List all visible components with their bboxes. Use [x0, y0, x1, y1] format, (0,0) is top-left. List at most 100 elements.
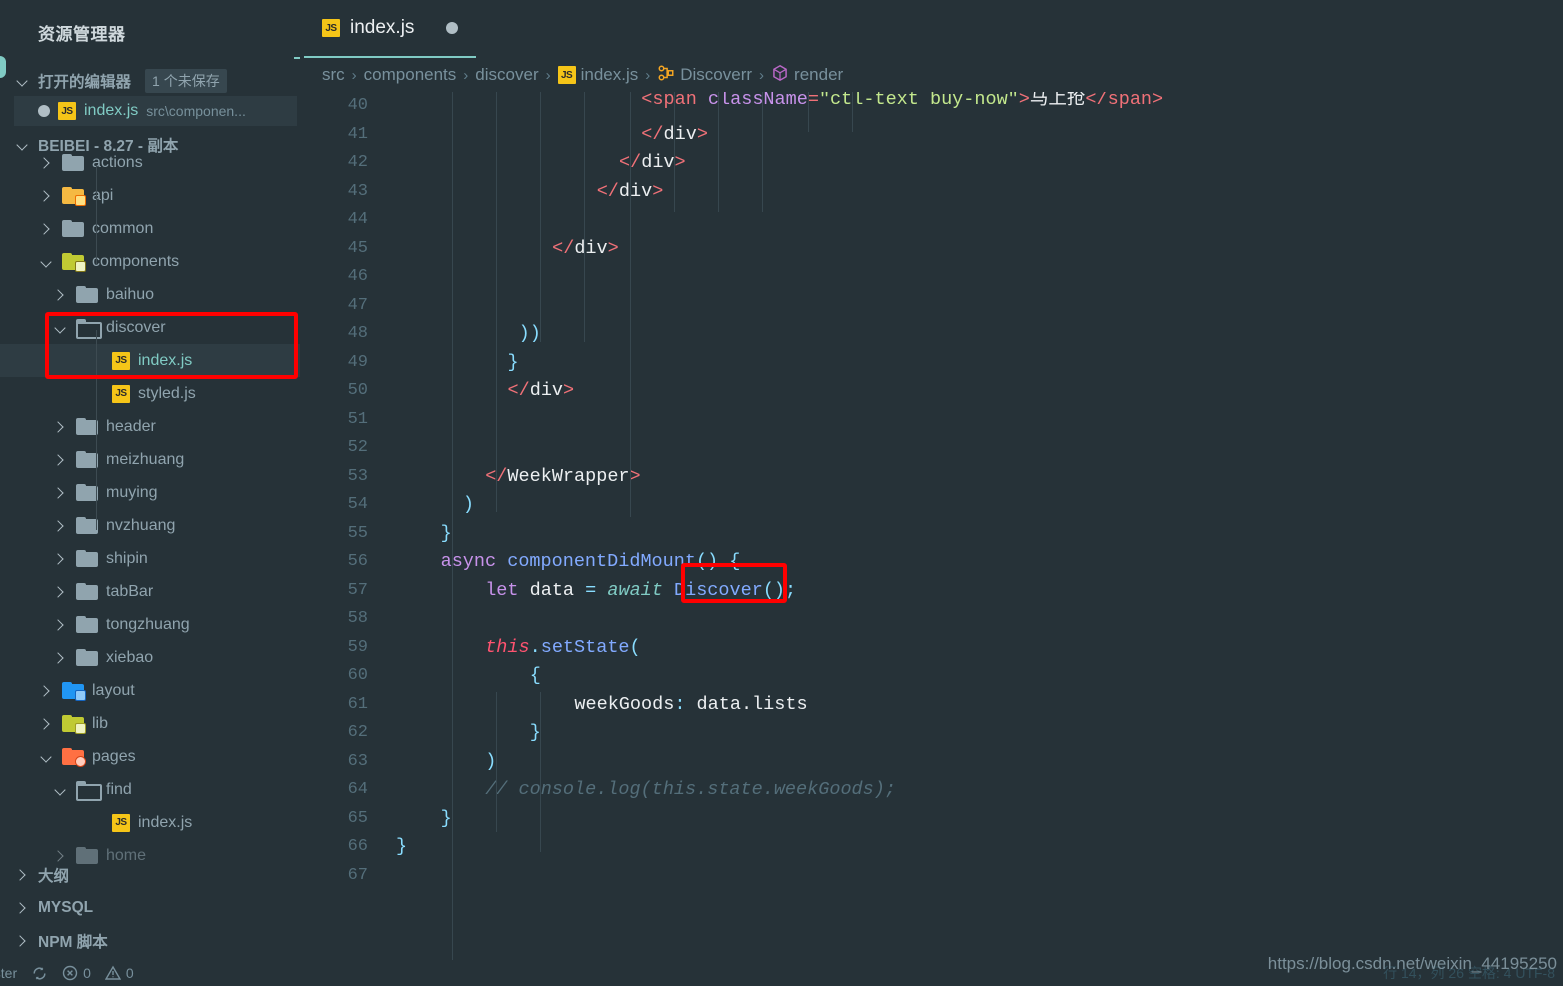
- code-line[interactable]: // console.log(this.state.weekGoods);: [396, 776, 1563, 805]
- code-line[interactable]: [396, 434, 1563, 463]
- folder-icon: [76, 517, 98, 534]
- chevron-down-icon[interactable]: [52, 320, 68, 336]
- chevron-right-icon[interactable]: [52, 650, 68, 666]
- chevron-right-icon[interactable]: [52, 485, 68, 501]
- tree-folder-discover[interactable]: discover: [0, 311, 300, 344]
- sidebar-section-2[interactable]: MYSQL: [14, 891, 300, 924]
- tree-folder-header[interactable]: header: [0, 410, 300, 443]
- tree-item-label: index.js: [138, 351, 193, 369]
- tree-folder-actions[interactable]: actions: [0, 146, 300, 179]
- code-line[interactable]: )): [396, 320, 1563, 349]
- line-number: 44: [347, 210, 368, 229]
- open-editor-item-indexjs[interactable]: JS index.js src\componen...: [14, 96, 297, 126]
- chevron-down-icon[interactable]: [38, 254, 54, 270]
- code-line[interactable]: </div>: [396, 235, 1563, 264]
- chevron-right-icon[interactable]: [52, 287, 68, 303]
- code-line[interactable]: }: [396, 520, 1563, 549]
- chevron-right-icon[interactable]: [52, 419, 68, 435]
- chevron-right-icon[interactable]: [38, 188, 54, 204]
- breadcrumb-item-index-js[interactable]: JS index.js: [557, 65, 638, 85]
- chevron-right-icon[interactable]: [52, 518, 68, 534]
- chevron-right-icon[interactable]: [52, 452, 68, 468]
- breadcrumb-item-discover[interactable]: discover: [475, 65, 538, 85]
- open-editors-header[interactable]: 打开的编辑器 1 个未保存: [14, 68, 227, 94]
- line-number: 59: [347, 637, 368, 657]
- tree-folder-tabBar[interactable]: tabBar: [0, 575, 300, 608]
- code-content[interactable]: <span className="ctl-text buy-now">马上抢</…: [396, 92, 1563, 960]
- code-line[interactable]: </div>: [396, 149, 1563, 178]
- breadcrumb-item-render[interactable]: render: [771, 64, 843, 87]
- tree-folder-meizhuang[interactable]: meizhuang: [0, 443, 300, 476]
- folder-icon: [62, 187, 86, 206]
- status-branch[interactable]: aster: [0, 965, 17, 981]
- tree-folder-components[interactable]: components: [0, 245, 300, 278]
- tab-dirty-dot-icon[interactable]: [446, 22, 459, 34]
- code-line[interactable]: </div>: [396, 377, 1563, 406]
- chevron-right-icon[interactable]: [52, 551, 68, 567]
- tree-folder-muying[interactable]: muying: [0, 476, 300, 509]
- sidebar-section-3[interactable]: NPM 脚本: [14, 924, 300, 957]
- tree-folder-common[interactable]: common: [0, 212, 300, 245]
- tree-folder-shipin[interactable]: shipin: [0, 542, 300, 575]
- code-line[interactable]: [396, 206, 1563, 235]
- watermark: https://blog.csdn.net/weixin_44195250: [1267, 954, 1557, 973]
- code-line[interactable]: [396, 605, 1563, 634]
- chevron-down-icon[interactable]: [38, 749, 54, 765]
- code-editor[interactable]: 40 41 42 43 44 45 46 47 48 49 50 51 52 53 54 55 56 57 58 59…: [300, 92, 1563, 960]
- tree-folder-nvzhuang[interactable]: nvzhuang: [0, 509, 300, 542]
- tree-folder-pages[interactable]: pages: [0, 740, 300, 773]
- code-line[interactable]: }: [396, 833, 1563, 862]
- dirty-indicator-icon[interactable]: [38, 105, 50, 117]
- code-line[interactable]: }: [396, 349, 1563, 378]
- warning-status[interactable]: 0: [104, 965, 134, 981]
- breadcrumb-item-Discoverr[interactable]: Discoverr: [657, 64, 752, 87]
- folder-icon: [76, 319, 102, 339]
- code-line[interactable]: }: [396, 805, 1563, 834]
- code-line[interactable]: </WeekWrapper>: [396, 463, 1563, 492]
- indent-guide: [496, 692, 497, 832]
- chevron-right-icon[interactable]: [38, 221, 54, 237]
- code-line[interactable]: ): [396, 748, 1563, 777]
- tree-folder-lib[interactable]: lib: [0, 707, 300, 740]
- code-line[interactable]: ): [396, 491, 1563, 520]
- tree-file-styled-js[interactable]: JS styled.js: [0, 377, 300, 410]
- code-line[interactable]: }: [396, 719, 1563, 748]
- tree-folder-baihuo[interactable]: baihuo: [0, 278, 300, 311]
- error-status[interactable]: 0: [62, 965, 91, 981]
- indent-guide: [540, 92, 541, 342]
- chevron-down-icon[interactable]: [52, 782, 68, 798]
- breadcrumb-item-src[interactable]: src: [322, 65, 345, 85]
- code-line[interactable]: this.setState(: [396, 634, 1563, 663]
- code-line[interactable]: [396, 406, 1563, 435]
- code-line[interactable]: let data = await Discover();: [396, 577, 1563, 606]
- code-line[interactable]: [396, 862, 1563, 891]
- breadcrumb-item-components[interactable]: components: [364, 65, 457, 85]
- chevron-right-icon[interactable]: [38, 716, 54, 732]
- line-number: 45: [347, 238, 368, 258]
- tree-folder-find[interactable]: find: [0, 773, 300, 806]
- tree-file-index-js[interactable]: JS index.js: [0, 806, 300, 839]
- tree-folder-api[interactable]: api: [0, 179, 300, 212]
- code-line[interactable]: </div>: [396, 121, 1563, 150]
- code-line[interactable]: weekGoods: data.lists: [396, 691, 1563, 720]
- tree-file-index-js[interactable]: JS index.js: [0, 344, 300, 377]
- tree-folder-layout[interactable]: layout: [0, 674, 300, 707]
- tree-folder-xiebao[interactable]: xiebao: [0, 641, 300, 674]
- code-line[interactable]: [396, 292, 1563, 321]
- chevron-right-icon[interactable]: [38, 155, 54, 171]
- chevron-right-icon[interactable]: [38, 683, 54, 699]
- tree-folder-tongzhuang[interactable]: tongzhuang: [0, 608, 300, 641]
- breadcrumb[interactable]: src › components › discover › JS index.js › Disco…: [300, 58, 1563, 92]
- code-line[interactable]: async componentDidMount() {: [396, 548, 1563, 577]
- code-line[interactable]: </div>: [396, 178, 1563, 207]
- sidebar-section-1[interactable]: 大纲: [14, 858, 300, 891]
- indent-guide: [452, 92, 453, 562]
- chevron-right-icon[interactable]: [52, 584, 68, 600]
- chevron-right-icon[interactable]: [52, 617, 68, 633]
- code-line[interactable]: [396, 263, 1563, 292]
- sync-icon[interactable]: [31, 965, 48, 982]
- code-line[interactable]: {: [396, 662, 1563, 691]
- tab-indexjs[interactable]: JS index.js: [304, 0, 477, 58]
- code-line[interactable]: <span className="ctl-text buy-now">马上抢</…: [396, 92, 1563, 115]
- breadcrumb-separator-icon: ›: [645, 66, 651, 84]
